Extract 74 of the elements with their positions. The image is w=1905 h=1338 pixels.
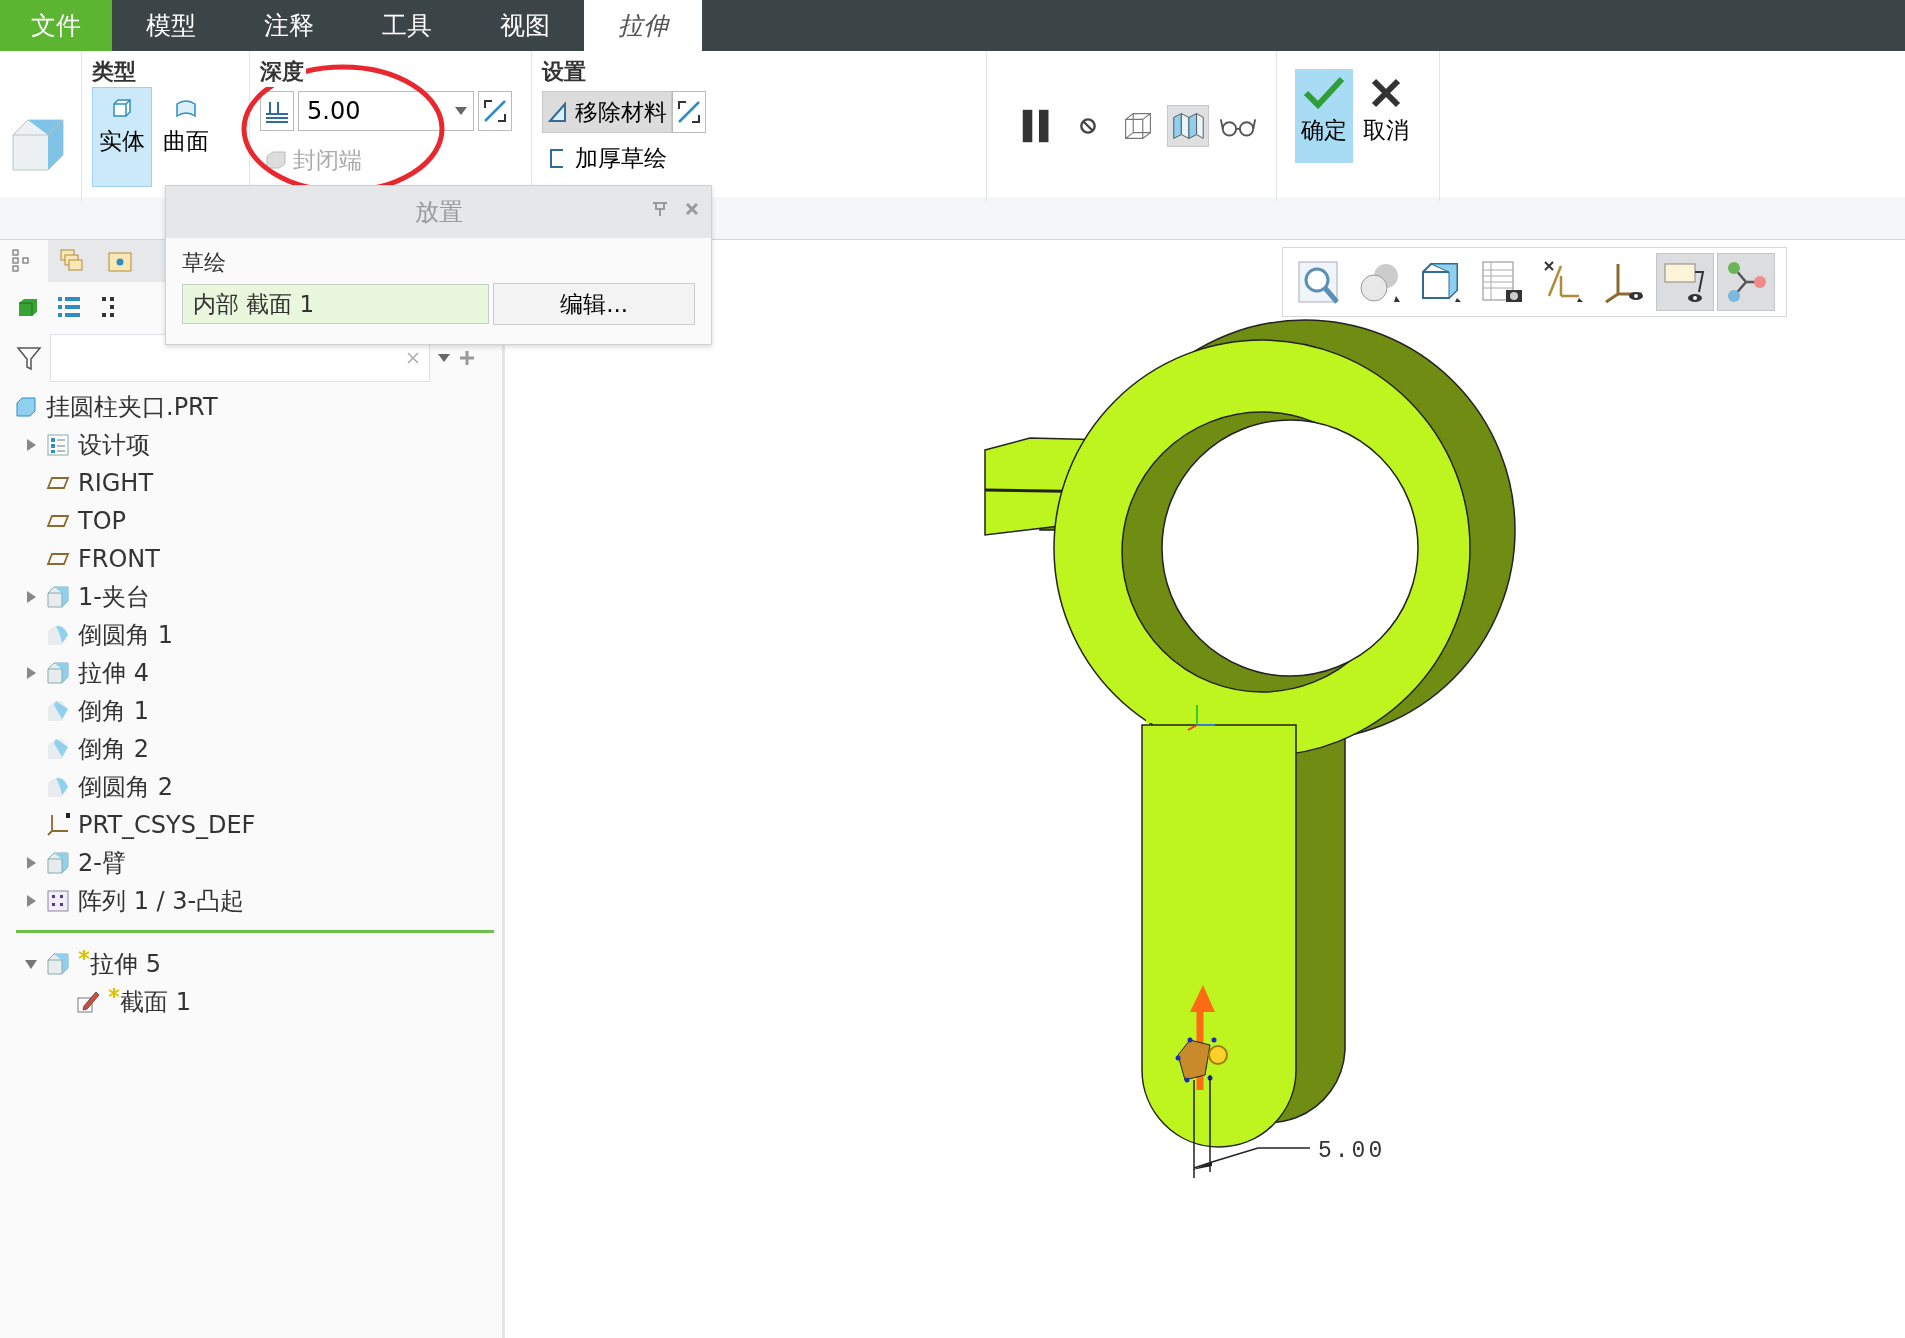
flip-material-button[interactable] — [672, 91, 706, 133]
chamfer-icon — [46, 737, 70, 761]
menu-tab[interactable]: 注释 — [230, 0, 348, 51]
collapse-arrow-icon — [24, 957, 38, 971]
filter-icon[interactable] — [16, 345, 42, 371]
add-icon[interactable] — [458, 349, 476, 367]
thicken-sketch-button[interactable]: 加厚草绘 — [542, 137, 672, 179]
tree-item-label[interactable]: 倒圆角 1 — [78, 617, 173, 653]
part-icon — [14, 395, 38, 419]
triangle-icon — [547, 101, 569, 123]
view-tool-button[interactable] — [1656, 253, 1714, 311]
depth-option-button[interactable] — [260, 91, 294, 131]
tree-item-label[interactable]: PRT_CSYS_DEF — [78, 807, 256, 843]
panel-tab[interactable] — [0, 240, 48, 282]
extrude-cube-icon — [10, 117, 66, 173]
depth-input[interactable]: 5.00 — [305, 92, 455, 130]
dropdown-caret-icon — [455, 107, 467, 115]
type-option-button[interactable]: 曲面 — [156, 87, 216, 187]
csys-icon — [46, 813, 70, 837]
tree-item-label[interactable]: RIGHT — [78, 465, 154, 501]
field-label: 草绘 — [182, 249, 227, 277]
depth-combo-box[interactable]: 5.00 — [298, 91, 474, 131]
pattern-grid-icon — [46, 889, 70, 913]
confirm-button[interactable]: 确定 — [1295, 69, 1353, 163]
tree-item-label[interactable]: 倒圆角 2 — [78, 769, 173, 805]
pin-icon[interactable] — [651, 200, 669, 218]
group-title: 深度 — [260, 57, 306, 87]
sketch-field[interactable]: 内部 截面 1 — [182, 284, 490, 324]
solid-icon — [110, 96, 134, 120]
expand-arrow-icon — [24, 438, 38, 452]
extrude-cube-icon — [46, 585, 70, 609]
tree-item-label[interactable]: 阵列 1 / 3-凸起 — [78, 883, 245, 919]
cancel-button[interactable]: 取消 — [1357, 69, 1415, 163]
menu-tab[interactable]: 拉伸 — [584, 0, 702, 51]
tree-item-label[interactable]: 截面 1 — [120, 984, 191, 1020]
clear-icon[interactable] — [405, 350, 421, 366]
dropdown-caret-icon[interactable] — [438, 354, 450, 362]
flip-arrows-icon — [482, 98, 508, 124]
panel-title: 放置 — [414, 197, 463, 228]
capped-block-icon — [265, 150, 287, 170]
axis-triad-icon — [1187, 704, 1216, 731]
tree-item-label[interactable]: 挂圆柱夹口.PRT — [46, 389, 218, 425]
menu-tab[interactable]: 视图 — [466, 0, 584, 51]
remove-material-button[interactable]: 移除材料 — [542, 91, 672, 133]
tree-item-label[interactable]: FRONT — [78, 541, 160, 577]
tree-item-label[interactable]: 设计项 — [78, 427, 150, 463]
tree-item-label[interactable]: TOP — [78, 503, 127, 539]
list-view-icon[interactable] — [56, 294, 82, 320]
flip-direction-button[interactable] — [478, 91, 512, 131]
extrude-cube-icon — [46, 851, 70, 875]
expand-arrow-icon — [24, 590, 38, 604]
dimension-value: 5.00 — [1318, 1138, 1386, 1164]
menu-tab[interactable]: 模型 — [112, 0, 230, 51]
list-icon — [46, 433, 70, 457]
type-option-button[interactable]: 实体 — [92, 87, 152, 187]
expand-arrow-icon — [24, 856, 38, 870]
tree-item-label[interactable]: 倒角 2 — [78, 731, 149, 767]
tree-item-label[interactable]: 倒角 1 — [78, 693, 149, 729]
round-icon — [46, 623, 70, 647]
tree-item-label[interactable]: 1-夹台 — [78, 579, 150, 615]
tree-item-label[interactable]: 2-臂 — [78, 845, 126, 881]
edit-button[interactable]: 编辑... — [493, 283, 695, 325]
extrude-cube-icon — [46, 952, 70, 976]
sketch-pencil-icon — [76, 990, 100, 1014]
round-icon — [46, 775, 70, 799]
tree-item-label[interactable]: 拉伸 4 — [78, 655, 149, 691]
expand-arrow-icon — [24, 894, 38, 908]
extrude-cube-icon — [46, 661, 70, 685]
close-icon[interactable] — [685, 202, 699, 216]
flip-arrows-icon — [676, 99, 702, 125]
tree-item-label[interactable]: 拉伸 5 — [90, 946, 161, 982]
expand-arrow-icon — [24, 666, 38, 680]
menu-tab[interactable]: 工具 — [348, 0, 466, 51]
chamfer-icon — [46, 699, 70, 723]
